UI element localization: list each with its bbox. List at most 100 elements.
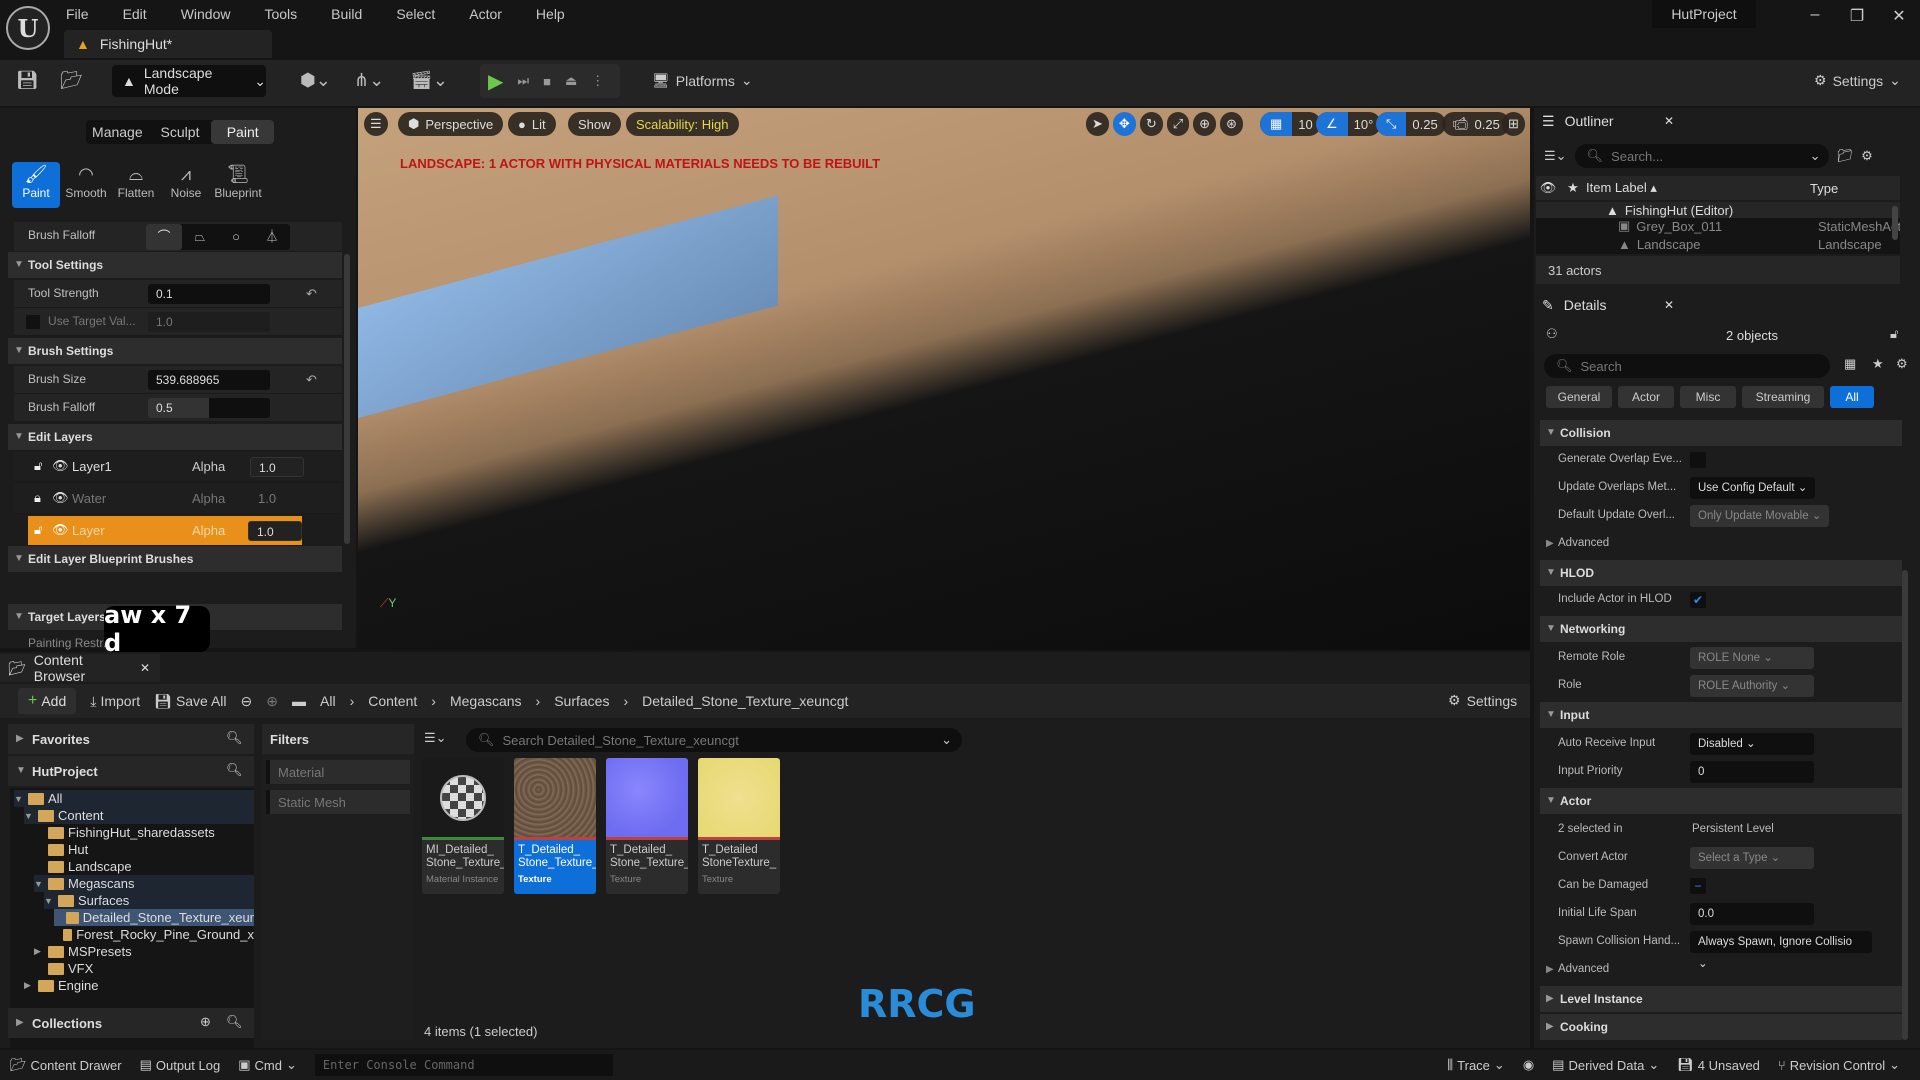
tool-blueprint[interactable]: 📜︎ Blueprint	[210, 162, 266, 208]
content-drawer-button[interactable]: 📂︎ Content Drawer	[10, 1057, 122, 1073]
menu-window[interactable]: Window	[181, 6, 231, 22]
tool-smooth[interactable]: ◠ Smooth	[62, 162, 110, 208]
output-log-button[interactable]: ▤ Output Log	[140, 1057, 221, 1073]
category-input[interactable]: ▼ Input	[1540, 702, 1902, 728]
eject-icon[interactable]: ⏏︎	[565, 73, 577, 89]
level-viewport[interactable]: LANDSCAPE: 1 ACTOR WITH PHYSICAL MATERIA…	[358, 108, 1530, 650]
record-icon[interactable]: ◉	[1523, 1057, 1534, 1073]
unreal-logo-icon[interactable]: U	[6, 6, 50, 50]
trace-button[interactable]: ⫼ Trace ⌄	[1447, 1057, 1505, 1073]
mode-selector[interactable]: ▲ Landscape Mode ⌄	[112, 65, 266, 97]
folder-item[interactable]: Detailed_Stone_Texture_xeur	[54, 909, 254, 926]
scalability-button[interactable]: Scalability: High	[626, 112, 739, 136]
step-icon[interactable]: ⏭︎	[517, 73, 529, 89]
lit-button[interactable]: ● Lit	[508, 112, 556, 136]
category-actor[interactable]: ▼ Actor	[1540, 788, 1902, 814]
advanced-row[interactable]: ▶ Advanced	[1540, 956, 1902, 984]
outliner-row[interactable]: ▲ Landscape Landscape	[1536, 236, 1900, 252]
filter-tab-streaming[interactable]: Streaming	[1742, 386, 1824, 408]
remote-role-dropdown[interactable]: ROLE None ⌄	[1690, 647, 1814, 669]
rotation-snap-button[interactable]: ∠ 10°	[1316, 112, 1382, 136]
filter-material[interactable]: Material	[266, 760, 410, 784]
tool-paint[interactable]: 🖌︎ Paint	[12, 162, 60, 208]
add-button[interactable]: + Add	[18, 688, 77, 714]
stop-icon[interactable]: ■	[543, 74, 551, 89]
details-tab[interactable]: ✎ Details ✕	[1536, 292, 1688, 318]
alpha-input[interactable]: 1.0	[250, 457, 304, 477]
outliner-tab[interactable]: ☰ Outliner ✕	[1536, 108, 1688, 134]
scale-icon[interactable]: ⤢	[1166, 112, 1190, 136]
menu-select[interactable]: Select	[396, 6, 435, 22]
collections-header[interactable]: ▶ Collections ⊕ 🔍︎	[8, 1008, 254, 1038]
filter-tab-misc[interactable]: Misc	[1680, 386, 1736, 408]
search-icon[interactable]: 🔍︎	[226, 762, 243, 778]
derived-data-button[interactable]: ▤ Derived Data ⌄	[1552, 1057, 1659, 1073]
add-collection-icon[interactable]: ⊕	[200, 1014, 211, 1030]
folder-item[interactable]: ▼ Surfaces	[44, 892, 254, 909]
tab-manage[interactable]: Manage	[86, 120, 149, 144]
input-priority-input[interactable]: 0	[1690, 761, 1814, 783]
brush-size-input[interactable]: 539.688965	[148, 370, 270, 390]
filter-tab-actor[interactable]: Actor	[1618, 386, 1674, 408]
menu-actor[interactable]: Actor	[469, 6, 502, 22]
use-target-checkbox[interactable]	[26, 315, 40, 329]
collapse-icon[interactable]: ▼	[14, 794, 24, 804]
browse-icon[interactable]: 📂︎	[60, 70, 83, 91]
eye-icon[interactable]: 👁︎	[52, 522, 69, 538]
falloff-smooth-icon[interactable]: ⌒	[146, 224, 182, 250]
outliner-row[interactable]: ▲ FishingHut (Editor)	[1536, 202, 1900, 218]
expand-icon[interactable]: ▶	[24, 980, 34, 991]
camera-speed-button[interactable]: 📹︎ 0.25	[1442, 112, 1510, 136]
menu-help[interactable]: Help	[536, 6, 565, 22]
tool-flatten[interactable]: ⌓ Flatten	[112, 162, 160, 208]
folder-item[interactable]: ▼ All	[14, 790, 254, 807]
outliner-scrollbar[interactable]	[1892, 206, 1898, 240]
menu-build[interactable]: Build	[331, 6, 362, 22]
platforms-button[interactable]: 🖥︎ Platforms ⌄	[652, 72, 753, 89]
translate-icon[interactable]: ✥	[1112, 112, 1136, 136]
back-icon[interactable]: ⊖	[241, 693, 253, 710]
revision-control-button[interactable]: ⑂ Revision Control ⌄	[1778, 1057, 1900, 1073]
cinematics-icon[interactable]: 🎬︎⌄	[410, 70, 448, 91]
menu-file[interactable]: File	[66, 6, 89, 22]
layer-row[interactable]: 🔓︎ 👁︎ Layer1 Alpha 1.0	[14, 452, 342, 482]
restore-button[interactable]: ❐	[1842, 6, 1872, 28]
left-panel-scrollbar[interactable]	[344, 254, 350, 544]
menu-edit[interactable]: Edit	[123, 6, 147, 22]
save-all-button[interactable]: 💾︎ Save All	[154, 693, 226, 710]
unsaved-button[interactable]: 💾︎ 4 Unsaved	[1677, 1057, 1760, 1073]
content-browser-tab[interactable]: 📂︎ Content Browser ✕	[0, 652, 160, 684]
tab-sculpt[interactable]: Sculpt	[149, 120, 212, 144]
falloff-linear-icon[interactable]: ⏢	[182, 224, 218, 250]
menu-tools[interactable]: Tools	[264, 6, 297, 22]
collapse-icon[interactable]: ▼	[24, 811, 34, 821]
filter-tab-all[interactable]: All	[1830, 386, 1874, 408]
filter-tab-general[interactable]: General	[1546, 386, 1612, 408]
auto-receive-dropdown[interactable]: Disabled ⌄	[1690, 733, 1814, 755]
tool-noise[interactable]: ⩘ Noise	[162, 162, 210, 208]
search-icon[interactable]: 🔍︎	[226, 1014, 243, 1030]
star-icon[interactable]: ★	[1872, 356, 1884, 372]
advanced-row[interactable]: ▶ Advanced	[1540, 530, 1902, 558]
cmd-button[interactable]: ▣ Cmd ⌄	[238, 1057, 297, 1073]
category-cooking[interactable]: ▶ Cooking	[1540, 1014, 1902, 1040]
forward-icon[interactable]: ⊕	[266, 693, 278, 710]
details-scrollbar[interactable]	[1902, 570, 1908, 1040]
settings-button[interactable]: ⚙ Settings ⌄	[1814, 72, 1901, 89]
item-label-column[interactable]: Item Label ▴	[1586, 180, 1810, 196]
close-icon[interactable]: ✕	[1664, 114, 1674, 128]
tool-strength-input[interactable]: 0.1	[148, 284, 270, 304]
close-icon[interactable]: ✕	[140, 661, 150, 675]
layer-row[interactable]: 🔒︎ 👁︎ Water Alpha 1.0	[14, 484, 342, 514]
tab-paint[interactable]: Paint	[211, 120, 275, 144]
asset-tile[interactable]: T_Detailed_ Stone_Texture_ Texture	[606, 758, 688, 894]
use-target-input[interactable]: 1.0	[148, 312, 270, 332]
save-icon[interactable]: 💾︎	[16, 70, 39, 91]
unlock-icon[interactable]: 🔓︎	[34, 522, 42, 538]
breadcrumb-item[interactable]: Content	[368, 693, 417, 709]
brush-falloff-slider[interactable]: 0.5	[148, 398, 270, 418]
search-icon[interactable]: 🔍︎	[226, 730, 243, 746]
type-column[interactable]: Type	[1810, 181, 1838, 196]
asset-tile[interactable]: T_Detailed StoneTexture_ Texture	[698, 758, 780, 894]
lock-icon[interactable]: 🔓︎	[1890, 326, 1898, 342]
